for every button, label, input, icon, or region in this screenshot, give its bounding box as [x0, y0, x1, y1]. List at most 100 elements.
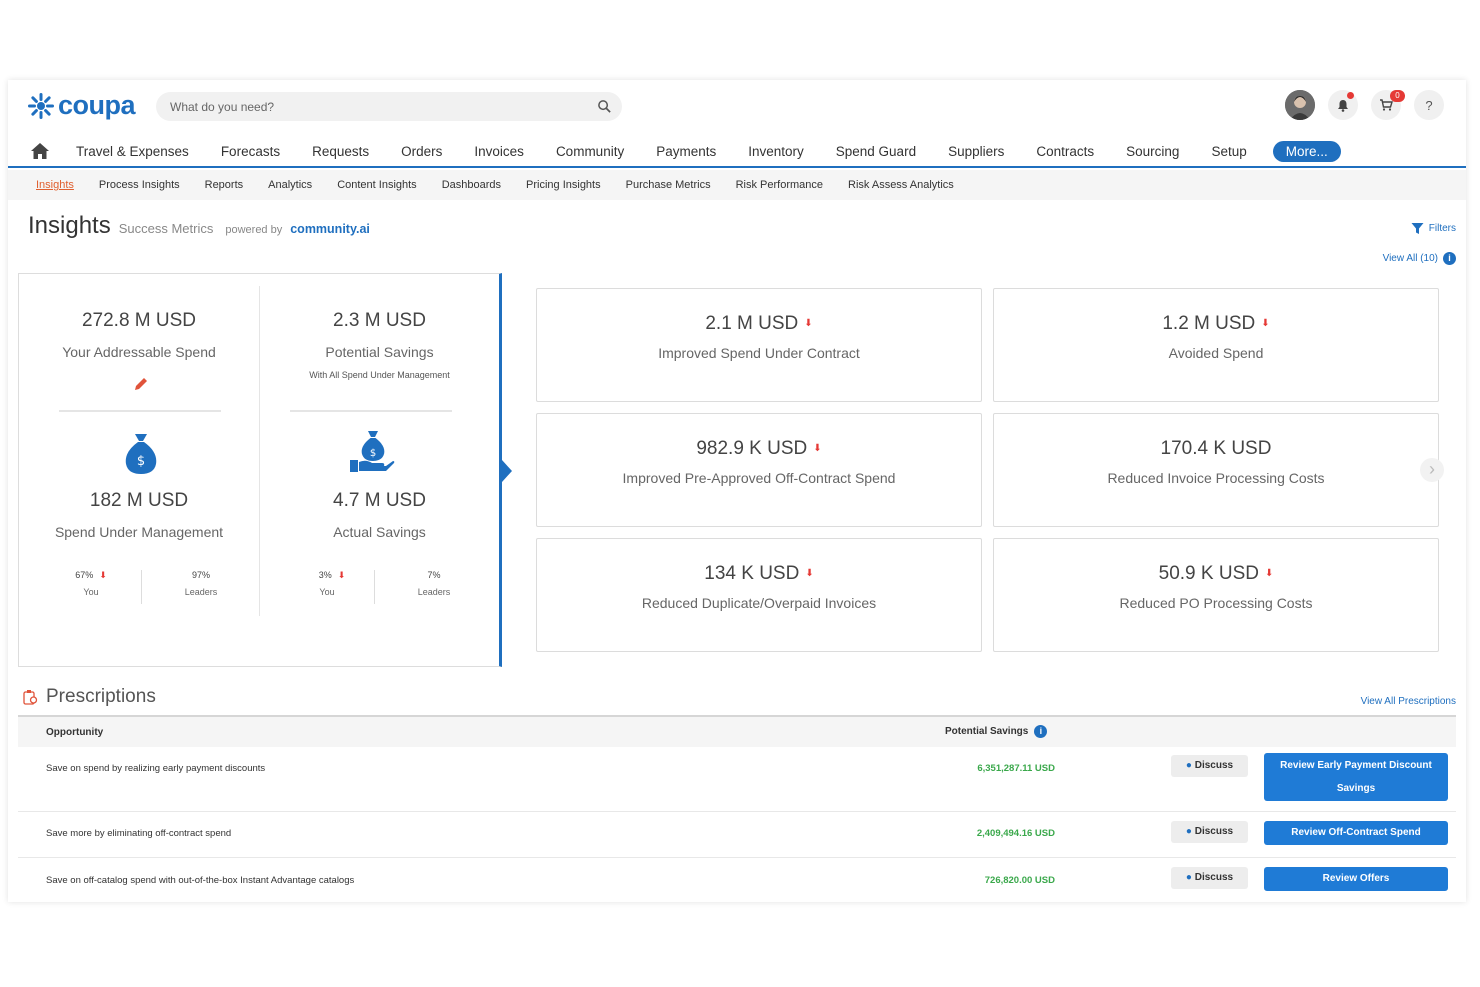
cart-icon: [1380, 99, 1393, 111]
summary-column-spend: 272.8 M USD Your Addressable Spend $ 182…: [19, 286, 259, 616]
metric-value-text: 50.9 K USD: [1158, 563, 1259, 584]
search-icon[interactable]: [597, 99, 612, 114]
down-arrow-icon: ⬇: [1264, 568, 1274, 580]
down-arrow-icon: ⬇: [805, 568, 814, 580]
potential-savings-value: 2.3 M USD: [333, 310, 426, 331]
subnav-process-insights[interactable]: Process Insights: [99, 179, 180, 191]
subnav-reports[interactable]: Reports: [205, 179, 244, 191]
metric-card-value: 50.9 K USD ⬇: [994, 563, 1438, 585]
metric-card-label: Reduced PO Processing Costs: [1119, 595, 1313, 611]
subnav-dashboards[interactable]: Dashboards: [442, 179, 501, 191]
metric-card-label: Improved Pre-Approved Off-Contract Spend: [622, 470, 896, 486]
help-button[interactable]: ?: [1414, 90, 1444, 120]
sum-leaders-value: 97%: [191, 570, 210, 580]
nav-requests[interactable]: Requests: [312, 144, 369, 159]
subnav-risk-assess-analytics[interactable]: Risk Assess Analytics: [848, 179, 954, 191]
divider: [374, 570, 375, 604]
subnav-pricing-insights[interactable]: Pricing Insights: [526, 179, 601, 191]
chevron-right-icon: ›: [1429, 459, 1435, 479]
subnav-risk-performance[interactable]: Risk Performance: [736, 179, 823, 191]
subnav-content-insights[interactable]: Content Insights: [337, 179, 417, 191]
discuss-label: Discuss: [1194, 760, 1234, 771]
down-arrow-icon: ⬇: [804, 318, 813, 330]
home-icon[interactable]: [30, 142, 50, 160]
table-header: Opportunity Potential Savings i: [18, 715, 1456, 747]
community-ai-brand: community.ai: [290, 222, 370, 236]
search-input[interactable]: [156, 92, 576, 121]
header-actions: 0 ?: [1285, 90, 1444, 120]
notification-dot: [1347, 92, 1354, 99]
down-arrow-icon: ⬇: [337, 570, 346, 580]
nav-orders[interactable]: Orders: [401, 144, 442, 159]
addressable-spend-value: 272.8 M USD: [81, 310, 197, 331]
nav-payments[interactable]: Payments: [656, 144, 716, 159]
page-subtitle: Success Metrics: [118, 221, 214, 236]
addressable-spend-label: Your Addressable Spend: [62, 344, 216, 360]
nav-travel-expenses[interactable]: Travel & Expenses: [76, 144, 189, 159]
actual-you-label: You: [319, 587, 335, 597]
metric-card[interactable]: 2.1 M USD ⬇ Improved Spend Under Contract: [536, 288, 982, 402]
nav-contracts[interactable]: Contracts: [1036, 144, 1094, 159]
discuss-button[interactable]: ● Discuss: [1171, 821, 1248, 843]
actual-leaders-value: 7%: [427, 570, 441, 580]
filters-button[interactable]: Filters: [1411, 222, 1456, 235]
nav-sourcing[interactable]: Sourcing: [1126, 144, 1179, 159]
nav-inventory[interactable]: Inventory: [748, 144, 804, 159]
nav-spend-guard[interactable]: Spend Guard: [836, 144, 916, 159]
subnav-purchase-metrics[interactable]: Purchase Metrics: [626, 179, 711, 191]
subnav-insights[interactable]: Insights: [36, 179, 74, 191]
edit-pencil-icon[interactable]: [133, 376, 149, 392]
sum-you-label: You: [83, 587, 99, 597]
opportunity-text: Save on off-catalog spend with out-of-th…: [46, 875, 355, 886]
nav-community[interactable]: Community: [556, 144, 624, 159]
filters-label: Filters: [1428, 223, 1456, 234]
metric-card-label: Reduced Invoice Processing Costs: [1107, 470, 1325, 486]
metric-card-label: Improved Spend Under Contract: [658, 345, 860, 361]
divider: [59, 410, 221, 412]
panel-pointer-arrow: [502, 460, 512, 482]
nav-invoices[interactable]: Invoices: [474, 144, 524, 159]
info-icon[interactable]: i: [1034, 725, 1048, 738]
nav-suppliers[interactable]: Suppliers: [948, 144, 1004, 159]
metric-value-text: 170.4 K USD: [1160, 438, 1272, 459]
savings-hand-icon: $: [350, 431, 395, 472]
subnav-analytics[interactable]: Analytics: [268, 179, 312, 191]
metric-card[interactable]: 134 K USD ⬇ Reduced Duplicate/Overpaid In…: [536, 538, 982, 652]
potential-savings-value: 6,351,287.11 USD: [977, 763, 1055, 774]
metric-card[interactable]: 170.4 K USD Reduced Invoice Processing C…: [993, 413, 1439, 527]
metric-card[interactable]: 50.9 K USD ⬇ Reduced PO Processing Costs: [993, 538, 1439, 652]
view-all-prescriptions-link[interactable]: View All Prescriptions: [1361, 696, 1456, 707]
discuss-label: Discuss: [1194, 872, 1234, 883]
view-all-link[interactable]: View All (10) i: [1383, 252, 1456, 265]
metric-card[interactable]: 982.9 K USD ⬇ Improved Pre-Approved Off-C…: [536, 413, 982, 527]
powered-by-label: powered by: [225, 224, 283, 236]
metric-card-value: 1.2 M USD ⬇: [994, 313, 1438, 335]
nav-more-button[interactable]: More...: [1272, 140, 1341, 162]
coupa-logo[interactable]: coupa: [26, 90, 136, 121]
discuss-button[interactable]: ● Discuss: [1171, 867, 1248, 889]
discuss-button[interactable]: ● Discuss: [1171, 755, 1248, 777]
sub-nav: Insights Process Insights Reports Analyt…: [8, 170, 1466, 200]
user-avatar[interactable]: [1285, 90, 1315, 120]
notifications-button[interactable]: [1328, 90, 1358, 120]
opportunity-text: Save more by eliminating off-contract sp…: [46, 828, 232, 839]
summary-column-savings: 2.3 M USD Potential Savings With All Spe…: [259, 286, 499, 616]
review-offers-button[interactable]: Review Offers: [1264, 867, 1448, 891]
help-icon: ?: [1425, 97, 1433, 113]
review-off-contract-button[interactable]: Review Off-Contract Spend: [1264, 821, 1448, 845]
metric-card-label: Reduced Duplicate/Overpaid Invoices: [641, 595, 877, 611]
money-bag-icon: $: [125, 434, 157, 474]
actual-you-value: 3% ⬇: [282, 570, 382, 581]
nav-setup[interactable]: Setup: [1211, 144, 1246, 159]
coupa-star-icon: [28, 92, 54, 119]
potential-savings-label: Potential Savings: [325, 344, 434, 360]
table-row: Save more by eliminating off-contract sp…: [18, 812, 1456, 858]
review-early-payment-button[interactable]: Review Early Payment Discount Savings: [1264, 753, 1448, 801]
page-title: Insights Success Metrics powered by comm…: [28, 212, 370, 240]
col-opportunity: Opportunity: [46, 727, 104, 738]
actual-savings-value: 4.7 M USD: [333, 490, 426, 511]
carousel-next-button[interactable]: ›: [1420, 458, 1444, 482]
metric-card[interactable]: 1.2 M USD ⬇ Avoided Spend: [993, 288, 1439, 402]
cart-button[interactable]: 0: [1371, 90, 1405, 120]
nav-forecasts[interactable]: Forecasts: [221, 144, 280, 159]
